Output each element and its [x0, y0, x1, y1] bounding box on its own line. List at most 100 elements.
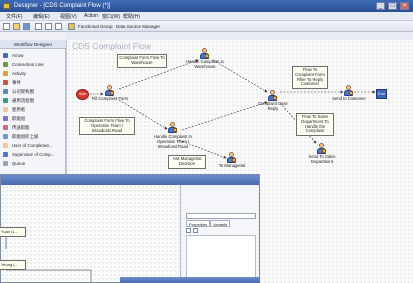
tool-org-chart[interactable]: 公司架构图 — [0, 87, 66, 96]
tool-supervisor-of-completed[interactable]: Supervisor of Comp... — [0, 150, 66, 159]
title-bar: Designer - [CDS Complaint Flow (*)] _ □ … — [0, 0, 413, 12]
user-icon[interactable] — [227, 152, 236, 163]
handle-warehouse-label: Handle Complaint in Warehouse — [186, 59, 224, 69]
app-icon — [3, 3, 10, 9]
tool-function-superior[interactable]: 职能组织上级 — [0, 132, 66, 141]
tool-label: 使用者 — [12, 107, 26, 112]
connection-line-icon — [3, 62, 8, 67]
tool-label: 职能组 — [12, 116, 26, 121]
supervisor-icon — [3, 152, 8, 157]
tool-event[interactable]: 事件 — [0, 78, 66, 87]
send-to-customer-label: Send to Customer — [332, 96, 366, 101]
tool-label: Connection Line — [12, 62, 44, 67]
transfer-icon — [3, 125, 8, 130]
tool-connection-line[interactable]: Connection Line — [0, 60, 66, 69]
org-chart-canvas[interactable]: Yuan (L... Yeung (... — [0, 185, 181, 282]
tool-label: 传送职能 — [12, 125, 30, 130]
fill-complaint-label: Fill Complaint Form — [91, 96, 129, 101]
tool-label: 事件 — [12, 80, 21, 85]
user-icon[interactable] — [317, 143, 326, 154]
menu-window[interactable]: 窗口(W) — [102, 13, 120, 20]
user-icon — [3, 107, 8, 112]
tool-label: Arrow — [12, 53, 24, 58]
toolbar: Functional Group Data Source Manager — [0, 21, 413, 32]
background-window-title-bar — [120, 277, 260, 283]
copy-icon[interactable] — [45, 23, 52, 30]
new-file-icon[interactable] — [3, 23, 10, 30]
tool-queue[interactable]: Queue — [0, 159, 66, 168]
functional-group-button[interactable]: Functional Group — [78, 24, 113, 29]
note-form-to-operation[interactable]: Complaint Form Flow To Operation Team / … — [79, 117, 135, 136]
toolbox-header: Workflow Designer — [0, 40, 66, 49]
minimize-button[interactable]: _ — [376, 2, 385, 10]
tool-label: Supervisor of Comp... — [12, 152, 55, 157]
data-source-manager-button[interactable]: Data Source Manager — [116, 24, 160, 29]
menu-help[interactable]: 帮助(H) — [123, 13, 140, 20]
org-designer-window: Yuan (L... Yeung (... Properties Variabl… — [0, 174, 260, 283]
tool-label: 公司架构图 — [12, 89, 34, 94]
superior-icon — [3, 134, 8, 139]
send-to-sales-label: Send To Sales Department — [308, 154, 336, 164]
tool-activity[interactable]: Activity — [0, 69, 66, 78]
note-flow-to-reply[interactable]: Flow To Complaint Form Filler To Reply C… — [292, 66, 328, 90]
to-managerial-label: To Managerial — [218, 163, 246, 168]
menu-edit[interactable]: 编辑(E) — [33, 13, 50, 20]
document-tab-strip — [66, 32, 413, 40]
paste-icon[interactable] — [55, 23, 62, 30]
sort-icon[interactable] — [186, 228, 191, 233]
tool-function-group[interactable]: 职能组 — [0, 114, 66, 123]
window-title: Designer - [CDS Complaint Flow (*)] — [14, 3, 111, 9]
arrow-icon — [3, 53, 8, 58]
save-icon[interactable] — [23, 23, 30, 30]
object-selector[interactable] — [186, 213, 256, 219]
designer-window: Designer - [CDS Complaint Flow (*)] _ □ … — [0, 0, 413, 283]
tool-transfer-function[interactable]: 传送职能 — [0, 123, 66, 132]
tab-properties[interactable]: Properties — [186, 220, 211, 227]
tool-label: Queue — [12, 161, 26, 166]
note-form-to-warehouse[interactable]: Complaint Form Flow To Warehouse — [117, 54, 167, 68]
user-icon[interactable] — [105, 85, 114, 96]
menu-file[interactable]: 文件(F) — [6, 13, 22, 20]
tool-label: Activity — [12, 71, 26, 76]
org-box-yuan[interactable]: Yuan (L... — [0, 227, 26, 237]
note-flow-to-sales[interactable]: Flow To Sales Department To Handle the C… — [296, 113, 334, 137]
tool-user-of-completed[interactable]: User of Completed... — [0, 141, 66, 150]
user-icon[interactable] — [168, 122, 177, 133]
property-grid[interactable] — [186, 235, 256, 280]
queue-icon — [3, 161, 8, 166]
org-chart-icon — [3, 89, 8, 94]
end-node[interactable]: End — [376, 89, 387, 99]
tool-flowchart[interactable]: 通用流程图 — [0, 96, 66, 105]
complaint-reply-label: Complaint Case Reply — [258, 101, 288, 111]
menu-bar: 文件(F) 编辑(E) 视图(V) Action 窗口(W) 帮助(H) — [0, 12, 413, 21]
tool-label: 职能组织上级 — [12, 134, 39, 139]
maximize-button[interactable]: □ — [388, 2, 397, 10]
tool-label: User of Completed... — [12, 143, 53, 148]
open-folder-icon[interactable] — [13, 23, 20, 30]
menu-action[interactable]: Action — [84, 13, 98, 19]
tab-variable[interactable]: Variable — [210, 220, 231, 227]
tool-label: 通用流程图 — [12, 98, 34, 103]
user-icon[interactable] — [344, 85, 353, 96]
org-designer-title-bar — [1, 175, 259, 185]
user-icon — [3, 143, 8, 148]
group-icon — [3, 116, 8, 121]
close-button[interactable]: × — [400, 2, 409, 10]
tool-user[interactable]: 使用者 — [0, 105, 66, 114]
flowchart-icon — [3, 98, 8, 103]
functional-group-icon[interactable] — [68, 23, 75, 30]
toolbox-panel: Workflow Designer Arrow Connection Line … — [0, 40, 66, 185]
start-node[interactable]: Start — [76, 89, 89, 100]
cut-icon[interactable] — [35, 23, 42, 30]
activity-icon — [3, 71, 8, 76]
event-icon — [3, 80, 8, 85]
tool-arrow[interactable]: Arrow — [0, 51, 66, 60]
handle-operation-label: Handle Complaint In Operation Team / Bro… — [154, 134, 192, 149]
user-icon[interactable] — [268, 90, 277, 101]
note-ask-managerial[interactable]: Ask Managerial Decision — [168, 155, 206, 169]
category-icon[interactable] — [193, 228, 198, 233]
org-box-yeung[interactable]: Yeung (... — [0, 260, 26, 270]
properties-panel: Properties Variable — [182, 185, 259, 282]
user-icon[interactable] — [200, 48, 209, 59]
menu-view[interactable]: 视图(V) — [60, 13, 77, 20]
